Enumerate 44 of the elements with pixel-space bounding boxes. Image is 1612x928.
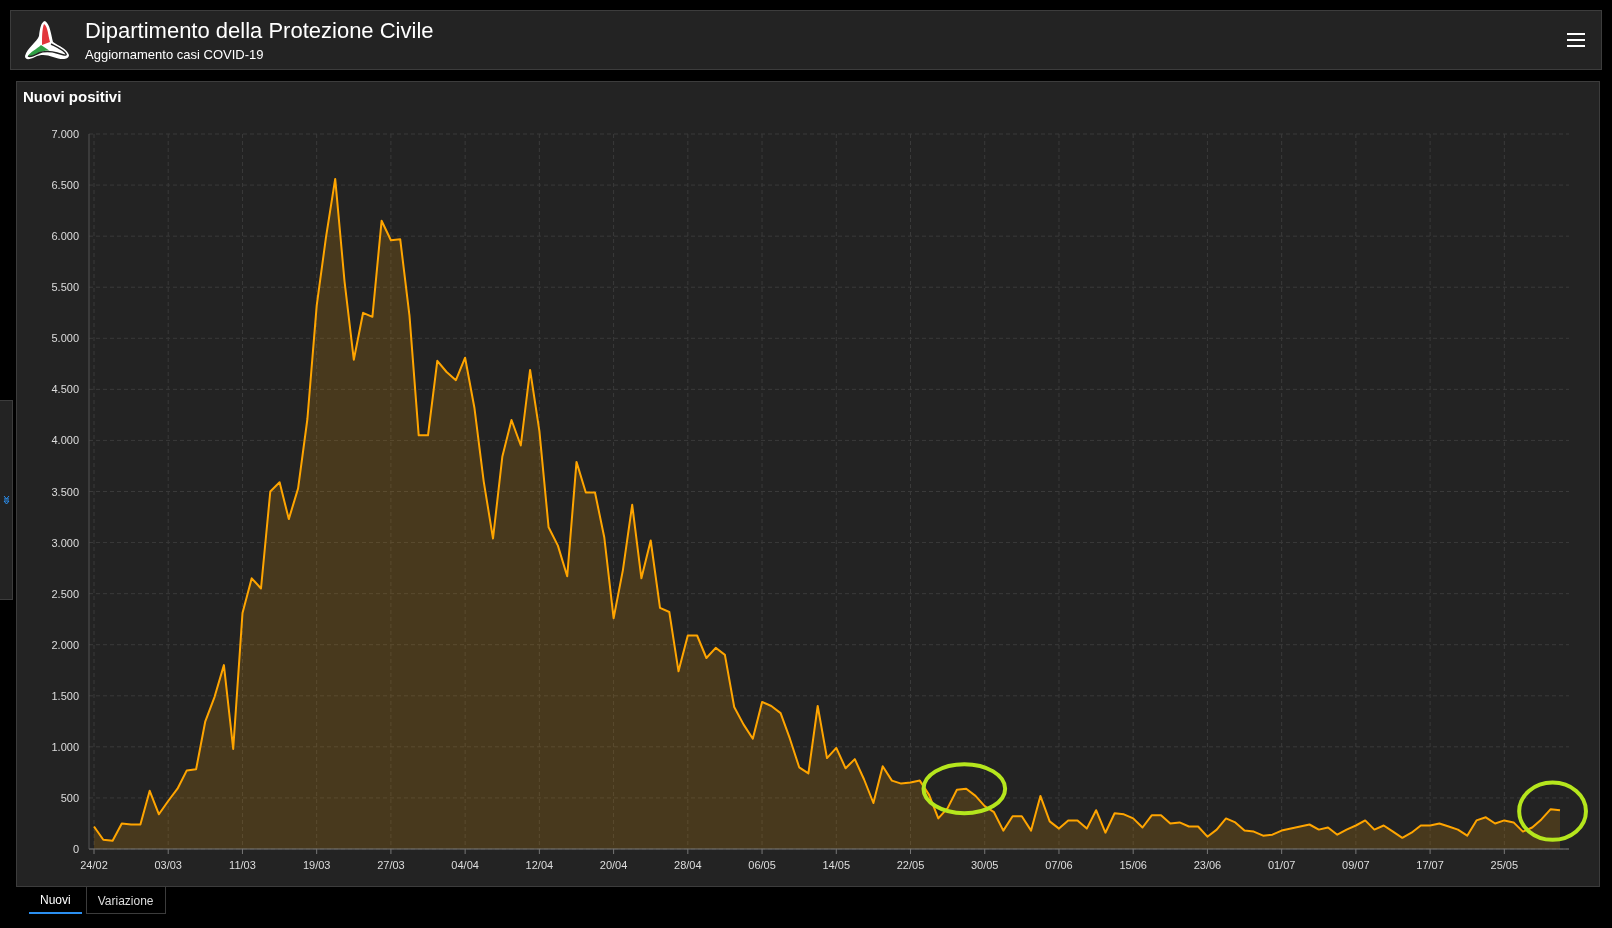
axis-label: 11/03 bbox=[229, 859, 256, 871]
app-title: Dipartimento della Protezione Civile bbox=[85, 18, 435, 44]
axis-label: 4.500 bbox=[51, 383, 79, 396]
axis-label: 5.500 bbox=[51, 281, 79, 294]
app-subtitle: Aggiornamento casi COVID-19 bbox=[85, 47, 265, 62]
axis-label: 6.500 bbox=[51, 179, 79, 192]
axis-label: 5.000 bbox=[51, 332, 79, 345]
axis-label: 4.000 bbox=[51, 434, 79, 447]
axis-label: 3.000 bbox=[51, 536, 79, 549]
axis-label: 22/05 bbox=[896, 859, 925, 871]
axis-label: 30/05 bbox=[970, 859, 999, 871]
axis-label: 09/07 bbox=[1342, 859, 1370, 871]
axis-label: 14/05 bbox=[822, 859, 851, 871]
highlight-ellipse bbox=[1517, 780, 1588, 842]
axis-label: 500 bbox=[60, 791, 79, 804]
axis-label: 2.000 bbox=[51, 638, 79, 651]
axis-label: 07/06 bbox=[1045, 859, 1073, 871]
axis-label: 28/04 bbox=[674, 859, 702, 871]
expand-icon bbox=[2, 495, 10, 505]
menu-icon bbox=[1567, 32, 1585, 48]
axis-label: 04/04 bbox=[451, 859, 479, 871]
axis-label: 1.500 bbox=[51, 689, 79, 702]
logo-icon bbox=[23, 18, 71, 62]
axis-label: 20/04 bbox=[599, 859, 628, 871]
axis-label: 06/05 bbox=[748, 859, 776, 871]
axis-label: 27/03 bbox=[377, 859, 405, 871]
axis-label: 12/04 bbox=[525, 859, 554, 871]
axis-label: 2.500 bbox=[51, 587, 79, 600]
axis-label: 1.000 bbox=[51, 740, 79, 753]
axis-label: 7.000 bbox=[51, 128, 79, 140]
axis-label: 0 bbox=[72, 843, 79, 855]
panel-title: Nuovi positivi bbox=[22, 87, 123, 107]
axis-label: 25/05 bbox=[1490, 859, 1519, 871]
tab[interactable]: Variazione bbox=[85, 887, 166, 914]
axis-label: 17/07 bbox=[1416, 859, 1444, 871]
axis-label: 03/03 bbox=[154, 859, 182, 871]
axis-label: 01/07 bbox=[1267, 859, 1296, 871]
axis-label: 19/03 bbox=[302, 859, 331, 871]
axis-label: 23/06 bbox=[1193, 859, 1222, 871]
axis-label: 24/02 bbox=[80, 859, 108, 871]
axis-label: 6.000 bbox=[51, 230, 79, 243]
axis-label: 15/06 bbox=[1119, 859, 1147, 871]
side-panel-handle[interactable] bbox=[0, 400, 13, 600]
axis-label: 3.500 bbox=[51, 485, 79, 498]
